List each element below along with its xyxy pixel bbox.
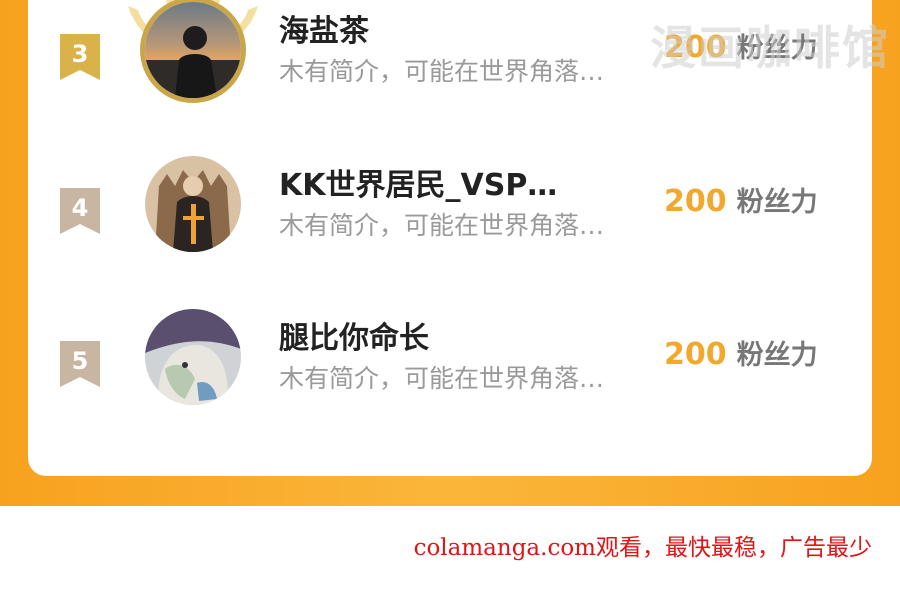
- user-bio: 木有简介，可能在世界角落…: [279, 57, 605, 86]
- footer-promo-text[interactable]: colamanga.com观看，最快最稳，广告最少: [414, 528, 872, 562]
- rank-badge: 5: [58, 341, 102, 389]
- fans-count: 200: [664, 184, 727, 219]
- rank-badge: 4: [58, 188, 102, 236]
- fans-count: 200: [664, 337, 727, 372]
- fans-stat: 200 粉丝力: [664, 333, 818, 372]
- fans-label: 粉丝力: [736, 187, 818, 218]
- ranking-row-5[interactable]: 5 腿比你命长 木有简介，可能在世界角落… 200 粉丝力: [28, 303, 872, 413]
- avatar[interactable]: [145, 309, 241, 405]
- user-bio: 木有简介，可能在世界角落…: [279, 364, 605, 393]
- avatar-throne-image: [145, 156, 241, 252]
- fans-label: 粉丝力: [736, 340, 818, 371]
- fans-stat: 200 粉丝力: [664, 180, 818, 219]
- avatar-frame[interactable]: [145, 156, 241, 252]
- avatar[interactable]: [145, 2, 241, 98]
- user-name[interactable]: 腿比你命长: [279, 313, 429, 357]
- avatar-sunset-image: [145, 2, 241, 98]
- user-name[interactable]: 海盐茶: [279, 6, 369, 50]
- avatar-anime-image: [145, 309, 241, 405]
- ranking-row-4[interactable]: 4 KK世界居民_VSP… 木有简介，可能在世界角落… 200 粉丝力: [28, 150, 872, 260]
- avatar-frame[interactable]: [145, 309, 241, 405]
- user-name[interactable]: KK世界居民_VSP…: [279, 160, 557, 204]
- rank-number: 3: [71, 40, 89, 68]
- avatar-frame[interactable]: [145, 2, 241, 98]
- rank-number: 5: [71, 347, 89, 375]
- rank-number: 4: [71, 194, 89, 222]
- watermark-text: 漫画咖啡馆: [650, 21, 890, 75]
- avatar[interactable]: [145, 156, 241, 252]
- rank-badge: 3: [58, 34, 102, 82]
- user-bio: 木有简介，可能在世界角落…: [279, 211, 605, 240]
